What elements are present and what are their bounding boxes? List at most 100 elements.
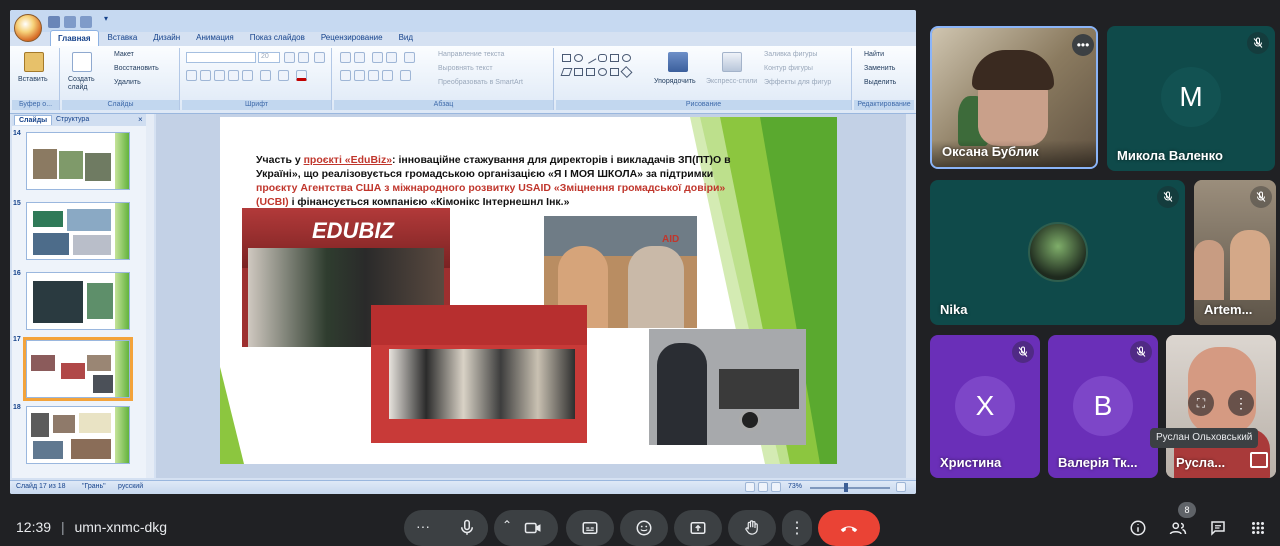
more-options-icon[interactable]: ⋮ <box>1228 390 1254 416</box>
new-slide-button[interactable]: Создать слайд <box>68 76 104 92</box>
star-shape-icon[interactable] <box>620 65 633 79</box>
normal-view-icon[interactable] <box>745 482 755 492</box>
leave-call-button[interactable] <box>818 510 880 546</box>
tab-outline[interactable]: Структура <box>52 115 93 124</box>
bullets-icon[interactable] <box>340 52 351 63</box>
present-button[interactable] <box>674 510 722 546</box>
raise-hand-button[interactable] <box>728 510 776 546</box>
tab-review[interactable]: Рецензирование <box>314 30 390 46</box>
slide-text[interactable]: Участь у проєкті «EduBiz»: інноваційне с… <box>256 153 756 209</box>
current-slide[interactable]: Участь у проєкті «EduBiz»: інноваційне с… <box>220 117 837 464</box>
parallelogram-icon[interactable] <box>560 68 573 76</box>
case-icon[interactable] <box>278 70 289 81</box>
tab-design[interactable]: Дизайн <box>146 30 187 46</box>
participant-tile-ruslan[interactable]: ⛶ ⋮ Русла... <box>1166 335 1276 478</box>
camera-button[interactable] <box>524 519 542 542</box>
quick-styles-button[interactable]: Экспресс-стили <box>706 78 757 85</box>
tab-insert[interactable]: Вставка <box>101 30 145 46</box>
numbering-icon[interactable] <box>354 52 365 63</box>
chat-button[interactable] <box>1206 516 1230 540</box>
line-spacing-icon[interactable] <box>404 52 415 63</box>
slide-thumbnail-16[interactable] <box>26 272 130 330</box>
tab-home[interactable]: Главная <box>50 30 99 46</box>
spacing-icon[interactable] <box>260 70 271 81</box>
layout-button[interactable]: Макет <box>114 51 134 58</box>
tab-slideshow[interactable]: Показ слайдов <box>243 30 312 46</box>
chevron-up-icon[interactable]: ⌃ <box>502 518 512 532</box>
close-pane-icon[interactable]: × <box>138 115 143 124</box>
zoom-slider[interactable] <box>810 487 890 489</box>
text-direction-button[interactable]: Направление текста <box>438 51 504 58</box>
font-color-icon[interactable] <box>296 70 307 81</box>
textbox-shape-icon[interactable] <box>610 54 619 62</box>
redo-icon[interactable] <box>80 16 92 28</box>
participant-tile-mykola[interactable]: M Микола Валенко <box>1107 26 1275 171</box>
reset-button[interactable]: Восстановить <box>114 65 159 72</box>
frame-icon[interactable]: ⛶ <box>1188 390 1214 416</box>
font-name-field[interactable] <box>186 52 256 63</box>
arrow-shape-icon[interactable] <box>574 68 583 76</box>
participant-tile-oksana[interactable]: ••• Оксана Бублик <box>930 26 1098 169</box>
slide-thumbnail-15[interactable] <box>26 202 130 260</box>
brace-shape-icon[interactable] <box>610 68 619 76</box>
strikethrough-icon[interactable] <box>228 70 239 81</box>
columns-icon[interactable] <box>400 70 411 81</box>
office-button[interactable] <box>14 14 42 42</box>
align-left-icon[interactable] <box>340 70 351 81</box>
participant-tile-nika[interactable]: Nika <box>930 180 1185 325</box>
microphone-button[interactable] <box>446 510 488 546</box>
tab-view[interactable]: Вид <box>392 30 420 46</box>
tab-animation[interactable]: Анимация <box>189 30 241 46</box>
more-audio-icon[interactable]: ··· <box>416 518 430 534</box>
more-options-button[interactable]: ⋮ <box>782 510 812 546</box>
select-button[interactable]: Выделить <box>864 79 896 86</box>
people-button[interactable] <box>1166 516 1190 540</box>
tab-slides[interactable]: Слайды <box>14 115 53 125</box>
clear-format-icon[interactable] <box>314 52 325 63</box>
shrink-font-icon[interactable] <box>298 52 309 63</box>
smile-shape-icon[interactable] <box>598 68 607 76</box>
pane-scrollbar[interactable] <box>146 114 154 478</box>
pentagon-icon[interactable] <box>586 68 595 76</box>
find-button[interactable]: Найти <box>864 51 884 58</box>
font-size-field[interactable]: 20 <box>258 52 280 63</box>
sorter-view-icon[interactable] <box>758 482 768 492</box>
shape-fill-button[interactable]: Заливка фигуры <box>764 51 817 58</box>
justify-icon[interactable] <box>382 70 393 81</box>
replace-button[interactable]: Заменить <box>864 65 895 72</box>
slide-thumbnail-18[interactable] <box>26 406 130 464</box>
undo-icon[interactable] <box>64 16 76 28</box>
delete-slide-button[interactable]: Удалить <box>114 79 141 86</box>
bold-icon[interactable] <box>186 70 197 81</box>
more-options-icon[interactable]: ••• <box>1072 34 1094 56</box>
activities-button[interactable] <box>1246 516 1270 540</box>
align-text-button[interactable]: Выровнять текст <box>438 65 493 72</box>
pin-icon[interactable] <box>1250 452 1268 468</box>
slide-thumbnail-17[interactable] <box>23 337 133 401</box>
grow-font-icon[interactable] <box>284 52 295 63</box>
meeting-details-button[interactable] <box>1126 516 1150 540</box>
rounded-rect-icon[interactable] <box>598 54 607 62</box>
rectangle-shape-icon[interactable] <box>562 54 571 62</box>
qat-dropdown-icon[interactable]: ▾ <box>104 14 108 23</box>
slide-scrollbar[interactable] <box>906 114 916 478</box>
paste-button[interactable]: Вставить <box>18 76 48 83</box>
smartart-button[interactable]: Преобразовать в SmartArt <box>438 79 523 86</box>
zoom-slider-thumb[interactable] <box>844 483 848 492</box>
line-shape-icon[interactable] <box>584 52 597 64</box>
edubiz-link[interactable]: проєкті «EduBiz» <box>304 154 392 166</box>
captions-button[interactable] <box>566 510 614 546</box>
oval-shape-icon[interactable] <box>574 54 583 62</box>
align-right-icon[interactable] <box>368 70 379 81</box>
circle-shape-icon[interactable] <box>622 54 631 62</box>
underline-icon[interactable] <box>214 70 225 81</box>
shape-effects-button[interactable]: Эффекты для фигур <box>764 79 831 86</box>
participant-tile-valeriia[interactable]: B Валерія Тк... <box>1048 335 1158 478</box>
participant-tile-artem[interactable]: Artem... <box>1194 180 1276 325</box>
reactions-button[interactable] <box>620 510 668 546</box>
arrange-button[interactable]: Упорядочить <box>654 78 696 85</box>
slideshow-view-icon[interactable] <box>771 482 781 492</box>
slide-thumbnail-14[interactable] <box>26 132 130 190</box>
shadow-icon[interactable] <box>242 70 253 81</box>
shape-outline-button[interactable]: Контур фигуры <box>764 65 813 72</box>
